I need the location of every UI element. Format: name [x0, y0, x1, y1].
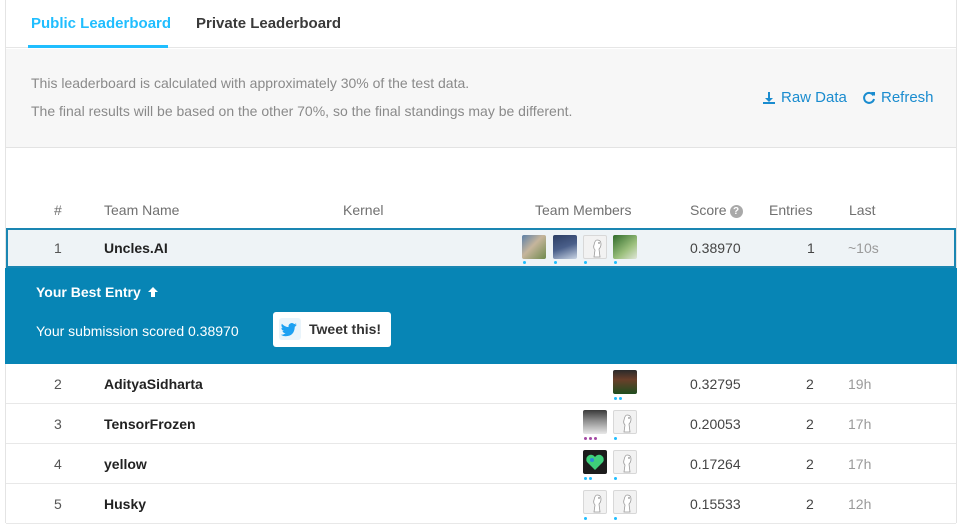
member-avatar[interactable] [613, 490, 637, 514]
raw-data-label: Raw Data [781, 89, 847, 106]
active-tab-indicator [28, 45, 168, 48]
score-cell: 0.32795 [690, 376, 741, 392]
last-cell: 19h [848, 376, 872, 392]
member-dots [584, 477, 592, 481]
refresh-link[interactable]: Refresh [862, 89, 934, 106]
team-name-cell[interactable]: Uncles.AI [104, 240, 168, 256]
tab-public-leaderboard[interactable]: Public Leaderboard [31, 15, 171, 32]
rank-cell: 4 [54, 456, 62, 472]
entries-cell: 2 [806, 496, 814, 512]
col-header-rank: # [54, 202, 62, 218]
tweet-button-label: Tweet this! [309, 321, 382, 337]
score-cell: 0.15533 [690, 496, 741, 512]
best-entry-score-text: Your submission scored 0.38970 [36, 323, 239, 339]
download-icon [763, 91, 775, 104]
best-entry-title: Your Best Entry [36, 284, 159, 300]
leaderboard-panel: Public Leaderboard Private Leaderboard T… [5, 0, 957, 524]
col-header-score-label: Score [690, 202, 727, 218]
rank-cell: 5 [54, 496, 62, 512]
refresh-label: Refresh [881, 89, 934, 106]
col-header-score: Score? [690, 202, 743, 218]
entries-cell: 2 [806, 376, 814, 392]
last-cell: 12h [848, 496, 872, 512]
member-dots [614, 437, 617, 441]
team-name-cell[interactable]: yellow [104, 456, 147, 472]
goose-icon [623, 494, 632, 513]
member-dots [584, 261, 587, 265]
member-avatar[interactable] [583, 490, 607, 514]
last-cell: 17h [848, 416, 872, 432]
member-avatar[interactable] [613, 410, 637, 434]
arrow-up-icon [147, 287, 158, 297]
info-line-2: The final results will be based on the o… [31, 103, 573, 119]
col-header-entries: Entries [769, 202, 813, 218]
member-avatar[interactable] [613, 450, 637, 474]
goose-icon [593, 494, 602, 513]
member-avatar[interactable] [522, 235, 546, 259]
info-line-1: This leaderboard is calculated with appr… [31, 75, 470, 91]
col-header-kernel: Kernel [343, 202, 384, 218]
table-row[interactable]: 3 TensorFrozen 0.20053 2 17h [6, 404, 956, 444]
goose-icon [593, 239, 602, 258]
member-dots [554, 261, 557, 265]
last-cell: 17h [848, 456, 872, 472]
col-header-last: Last [849, 202, 876, 218]
entries-cell: 1 [807, 240, 815, 256]
rank-cell: 1 [54, 240, 62, 256]
score-cell: 0.17264 [690, 456, 741, 472]
table-row[interactable]: 2 AdityaSidharta 0.32795 2 19h [6, 364, 956, 404]
member-avatar[interactable] [613, 235, 637, 259]
tab-private-leaderboard[interactable]: Private Leaderboard [196, 15, 341, 32]
member-dots [614, 261, 617, 265]
score-cell: 0.20053 [690, 416, 741, 432]
team-name-cell[interactable]: Husky [104, 496, 146, 512]
col-header-members: Team Members [535, 202, 632, 218]
help-icon[interactable]: ? [729, 205, 743, 218]
entries-cell: 2 [806, 456, 814, 472]
table-row[interactable]: 5 Husky 0.15533 2 12h [6, 484, 956, 524]
info-banner: This leaderboard is calculated with appr… [6, 49, 956, 148]
rank-cell: 2 [54, 376, 62, 392]
entries-cell: 2 [806, 416, 814, 432]
last-cell: ~10s [848, 240, 879, 256]
twitter-icon [279, 318, 301, 340]
raw-data-link[interactable]: Raw Data [762, 89, 847, 106]
table-row[interactable]: 4 yellow 0.17264 2 17h [6, 444, 956, 484]
member-avatar[interactable] [583, 450, 607, 474]
member-avatar[interactable] [613, 370, 637, 394]
score-cell: 0.38970 [690, 240, 741, 256]
member-dots [614, 477, 617, 481]
team-name-cell[interactable]: TensorFrozen [104, 416, 196, 432]
member-dots [523, 261, 526, 265]
col-header-team: Team Name [104, 202, 180, 218]
goose-icon [623, 454, 632, 473]
best-entry-title-text: Your Best Entry [36, 284, 141, 300]
goose-icon [623, 414, 632, 433]
tweet-button[interactable]: Tweet this! [273, 312, 391, 347]
team-name-cell[interactable]: AdityaSidharta [104, 376, 203, 392]
member-avatar[interactable] [583, 410, 607, 434]
table-row-highlighted[interactable]: 1 Uncles.AI 0.38970 1 ~10s [6, 228, 956, 268]
member-dots [614, 517, 617, 521]
refresh-icon [863, 91, 875, 104]
member-avatar[interactable] [553, 235, 577, 259]
member-avatar[interactable] [583, 235, 607, 259]
best-entry-panel: Your Best Entry Your submission scored 0… [5, 268, 957, 364]
tab-bar: Public Leaderboard Private Leaderboard [6, 0, 956, 48]
member-dots [584, 437, 597, 441]
member-dots [614, 397, 622, 401]
heart-icon [586, 454, 604, 470]
member-dots [584, 517, 587, 521]
rank-cell: 3 [54, 416, 62, 432]
